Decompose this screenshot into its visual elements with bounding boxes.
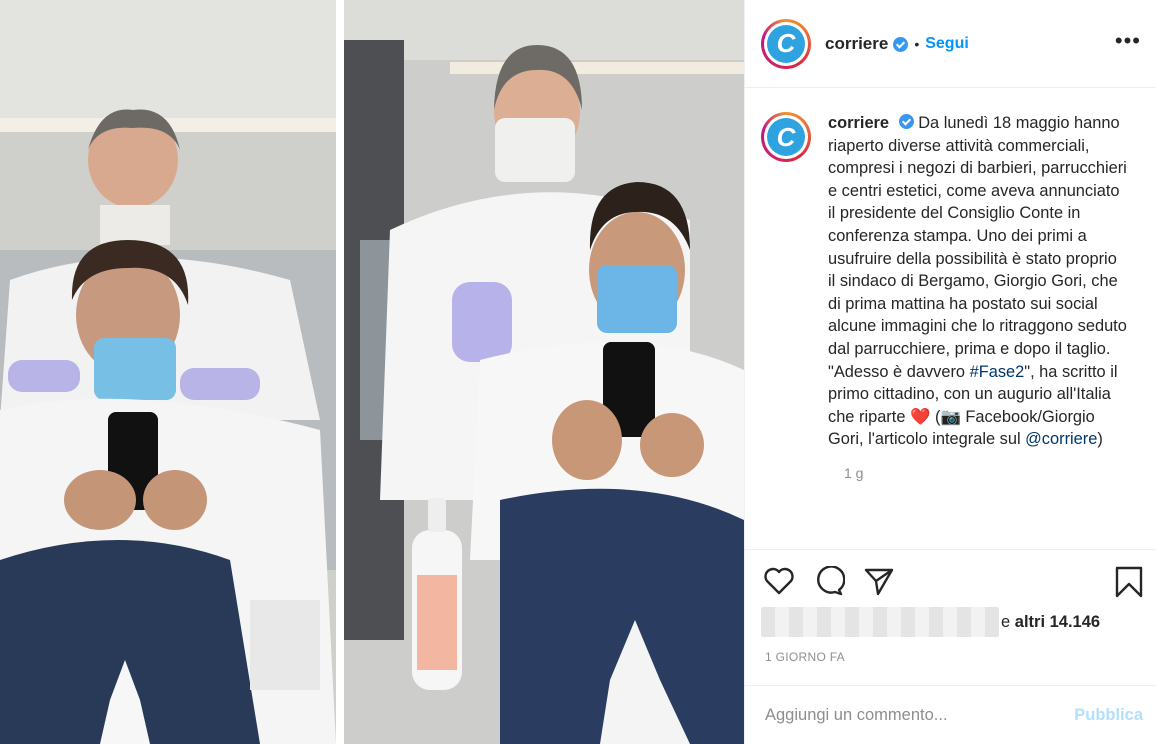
caption-avatar[interactable]: C (761, 112, 811, 162)
post-header: C corriere • Segui ••• (745, 0, 1156, 88)
comment-icon[interactable] (813, 565, 846, 601)
username-link[interactable]: corriere (825, 34, 888, 54)
comment-box: Pubblica (745, 685, 1156, 744)
caption-area: C corriere Da lunedì 18 maggio hanno ria… (745, 88, 1156, 550)
photo-collage (0, 0, 744, 744)
liker-names-blurred[interactable] (761, 607, 999, 637)
verified-icon (898, 114, 914, 129)
hashtag-link[interactable]: #Fase2 (970, 363, 1025, 381)
caption-timestamp: 1 g (844, 464, 864, 481)
heart-icon[interactable] (763, 566, 795, 601)
post-side-panel: C corriere • Segui ••• C corriere Da lun… (744, 0, 1156, 744)
verified-icon (893, 37, 909, 52)
likes-summary: e altri 14.146 (761, 606, 1141, 638)
post-photo[interactable] (0, 0, 744, 744)
likes-count[interactable]: e altri 14.146 (1001, 613, 1100, 632)
action-bar (745, 551, 1156, 611)
share-icon[interactable] (863, 566, 895, 601)
publish-button[interactable]: Pubblica (1074, 706, 1143, 725)
avatar-logo: C (767, 24, 805, 63)
follow-button[interactable]: Segui (925, 35, 969, 53)
comment-input[interactable] (765, 705, 1075, 725)
mention-link[interactable]: @corriere (1025, 430, 1097, 448)
avatar-logo: C (767, 118, 805, 156)
separator-dot: • (914, 35, 920, 52)
more-options-icon[interactable]: ••• (1115, 30, 1141, 52)
bookmark-icon[interactable] (1115, 566, 1143, 603)
post-date: 1 GIORNO FA (765, 650, 845, 664)
caption-username[interactable]: corriere (828, 114, 889, 132)
heart-emoji: ❤️ (910, 407, 931, 426)
avatar[interactable]: C (761, 18, 811, 69)
caption-text: corriere Da lunedì 18 maggio hanno riape… (828, 114, 1127, 449)
